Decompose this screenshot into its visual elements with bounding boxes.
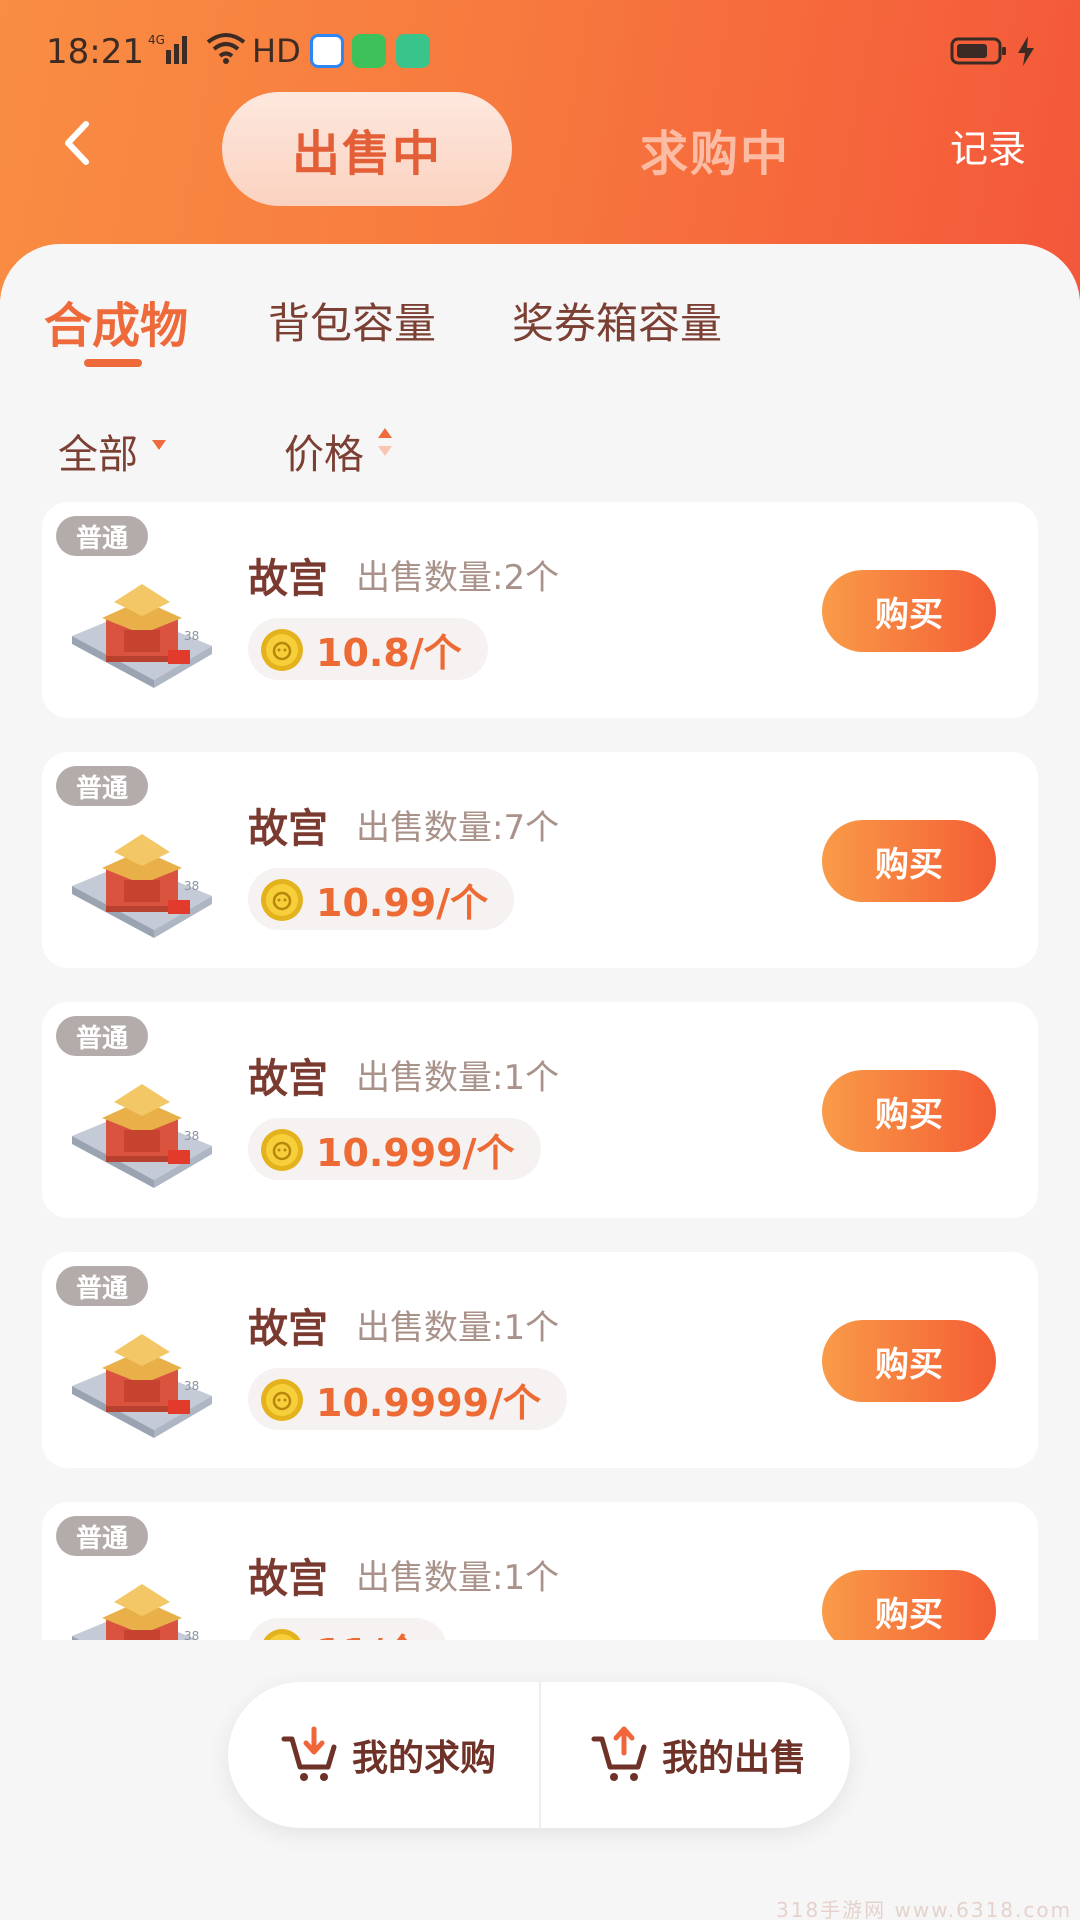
my-sales-button[interactable]: 我的出售 — [590, 1682, 806, 1828]
palace-item-icon: 38 — [72, 584, 212, 688]
svg-text:38: 38 — [184, 1379, 199, 1393]
cart-upload-icon — [591, 1726, 647, 1781]
cart-download-icon — [281, 1726, 337, 1781]
item-name: 故宫 — [248, 1056, 328, 1102]
status-time: 18:21 — [46, 32, 144, 72]
rarity-badge: 普通 — [56, 1266, 148, 1306]
listing-list[interactable]: 普通 38 故宫 出售数量:2个 10.8/个 购买 普通 38 故宫 出售数量… — [0, 500, 1080, 1640]
charging-icon — [1018, 36, 1034, 66]
listing-card[interactable]: 普通 38 故宫 出售数量:1个 11/个 购买 — [42, 1502, 1038, 1640]
watermark: 318手游网 www.6318.com — [776, 1898, 1073, 1920]
tab-ticket-box-capacity[interactable]: 奖券箱容量 — [512, 290, 722, 351]
item-name: 故宫 — [248, 1556, 328, 1602]
unit-price: 10.8/个 — [316, 630, 462, 675]
records-link[interactable]: 记录 — [950, 118, 1026, 173]
unit-price: 11/个 — [316, 1622, 421, 1641]
chevron-left-icon[interactable] — [58, 118, 98, 168]
sort-up-icon — [378, 428, 392, 438]
palace-item-icon: 38 — [72, 1334, 212, 1438]
sale-quantity: 出售数量:1个 — [356, 1308, 560, 1348]
status-bar: 18:21 4G HD — [0, 22, 1080, 82]
message-app-icon — [352, 34, 386, 68]
tab-selling[interactable]: 出售中 — [222, 92, 512, 206]
coin-icon — [263, 1629, 301, 1640]
unit-price: 10.9999/个 — [316, 1380, 541, 1425]
item-name: 故宫 — [248, 806, 328, 852]
price-pill: 10.99/个 — [248, 868, 515, 930]
svg-text:38: 38 — [184, 879, 199, 893]
price-pill: 10.8/个 — [248, 618, 488, 680]
svg-text:38: 38 — [184, 1629, 199, 1640]
palace-item-icon: 38 — [72, 1584, 199, 1640]
sale-quantity: 出售数量:1个 — [356, 1558, 560, 1598]
network-label: 4G — [148, 33, 165, 47]
listing-card[interactable]: 普通 38 故宫 出售数量:1个 10.999/个 购买 — [42, 1002, 1038, 1218]
item-name: 故宫 — [248, 556, 328, 602]
listing-card[interactable]: 普通 38 故宫 出售数量:7个 10.99/个 购买 — [42, 752, 1038, 968]
price-pill: 10.9999/个 — [248, 1368, 567, 1430]
buy-button[interactable]: 购买 — [822, 1320, 996, 1402]
coin-icon — [261, 1379, 303, 1421]
hd-label: HD — [252, 32, 301, 70]
bottom-bar-divider — [539, 1682, 541, 1828]
sale-quantity: 出售数量:1个 — [356, 1058, 560, 1098]
my-buy-requests-button[interactable]: 我的求购 — [280, 1682, 496, 1828]
price-pill: 10.999/个 — [248, 1118, 541, 1180]
tab-backpack-capacity[interactable]: 背包容量 — [268, 290, 436, 351]
coin-icon — [261, 879, 303, 921]
sort-price[interactable]: 价格 — [284, 422, 364, 480]
sort-down-icon — [378, 446, 392, 456]
rarity-badge: 普通 — [56, 516, 148, 556]
unit-price: 10.99/个 — [316, 880, 489, 925]
item-name: 故宫 — [248, 1306, 328, 1352]
bottom-action-bar: 我的求购 我的出售 — [228, 1682, 850, 1828]
chat-app-icon — [396, 34, 430, 68]
wifi-icon — [206, 33, 246, 64]
dropdown-arrow-icon — [152, 440, 166, 450]
battery-icon — [950, 37, 1006, 65]
signal-icon: 4G — [148, 33, 187, 64]
coin-icon — [261, 629, 303, 671]
palace-item-icon: 38 — [72, 1084, 212, 1188]
rarity-badge: 普通 — [56, 1516, 148, 1556]
notification-app-icon — [310, 34, 344, 68]
sale-quantity: 出售数量:7个 — [356, 808, 560, 848]
palace-item-icon: 38 — [72, 834, 212, 938]
unit-price: 10.999/个 — [316, 1130, 515, 1175]
coin-icon — [261, 1129, 303, 1171]
svg-text:38: 38 — [184, 629, 199, 643]
rarity-badge: 普通 — [56, 1016, 148, 1056]
listing-card[interactable]: 普通 38 故宫 出售数量:1个 10.9999/个 购买 — [42, 1252, 1038, 1468]
buy-button[interactable]: 购买 — [822, 820, 996, 902]
price-pill: 11/个 — [248, 1618, 447, 1640]
tab-composite[interactable]: 合成物 — [44, 286, 188, 356]
listing-card[interactable]: 普通 38 故宫 出售数量:2个 10.8/个 购买 — [42, 502, 1038, 718]
my-sales-label: 我的出售 — [662, 1738, 807, 1779]
sale-quantity: 出售数量:2个 — [356, 558, 560, 598]
my-buy-requests-label: 我的求购 — [352, 1738, 497, 1779]
tab-active-indicator — [84, 359, 142, 367]
buy-button[interactable]: 购买 — [822, 1570, 996, 1640]
tab-buying[interactable]: 求购中 — [620, 92, 810, 206]
buy-button[interactable]: 购买 — [822, 1070, 996, 1152]
rarity-badge: 普通 — [56, 766, 148, 806]
svg-text:38: 38 — [184, 1129, 199, 1143]
filter-all[interactable]: 全部 — [58, 422, 138, 480]
buy-button[interactable]: 购买 — [822, 570, 996, 652]
